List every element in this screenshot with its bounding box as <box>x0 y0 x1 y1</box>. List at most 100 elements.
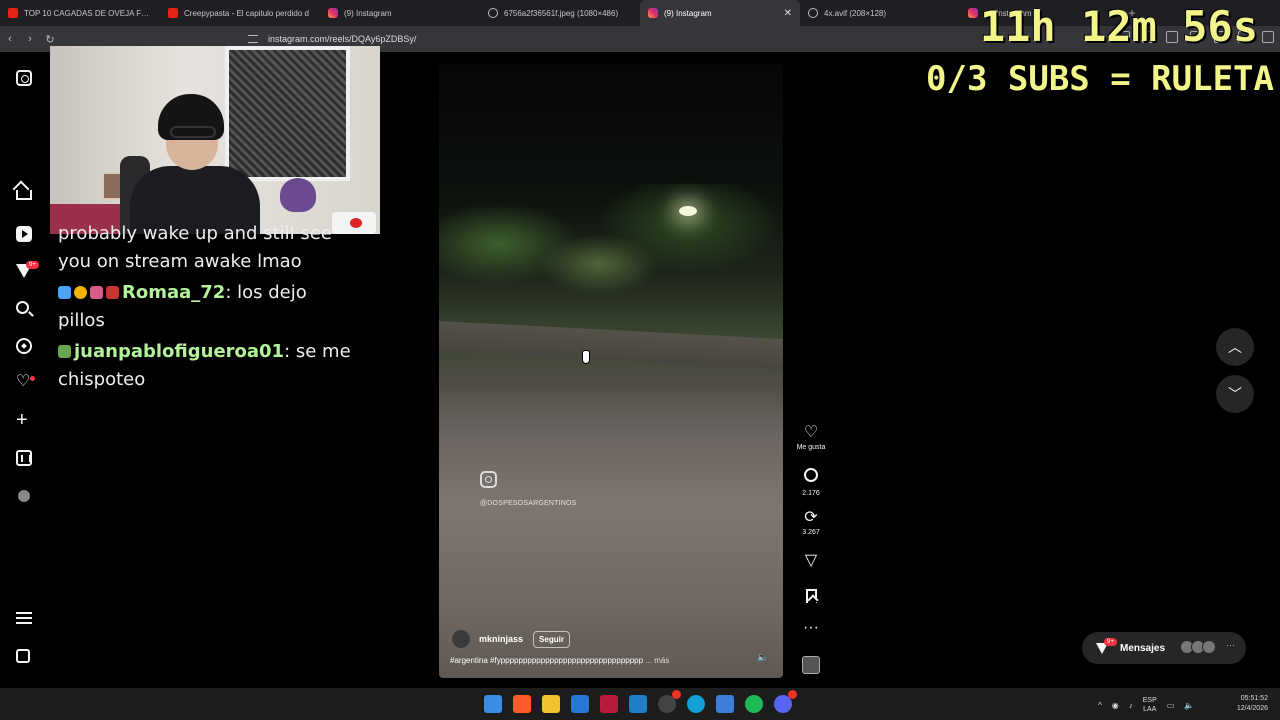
brave-icon[interactable] <box>513 695 531 713</box>
more-link[interactable]: ... más <box>645 656 669 665</box>
tab-2[interactable]: Creepypasta - El capitulo perdido d <box>160 0 320 26</box>
steam-icon[interactable] <box>629 695 647 713</box>
forward-icon[interactable]: › <box>20 33 40 45</box>
lang-bottom: LAA <box>1143 706 1157 713</box>
author-avatar[interactable] <box>451 629 471 649</box>
bing-icon[interactable] <box>571 695 589 713</box>
messages-badge: 9+ <box>26 261 39 269</box>
dashboard-icon[interactable] <box>16 450 32 466</box>
chat-message: probably wake up and still see you on st… <box>58 220 358 276</box>
repost-icon[interactable]: ⟳ <box>792 510 830 526</box>
avatar <box>1202 640 1216 654</box>
instagram-logo-icon[interactable] <box>16 70 32 86</box>
subs-goal: 0/3 SUBS = RULETA <box>926 59 1274 99</box>
tab-3[interactable]: (9) Instagram <box>320 0 480 26</box>
meta-icon[interactable] <box>16 649 30 663</box>
app-icon[interactable] <box>600 695 618 713</box>
audio-action[interactable] <box>792 656 830 679</box>
messages-button[interactable]: 9+ Mensajes ··· <box>1082 632 1246 664</box>
notification-dot <box>30 376 35 381</box>
language-indicator[interactable]: ESP LAA <box>1143 696 1157 714</box>
reel-video[interactable]: @DOSPESOSARGENTINOS mkninjass Seguir #ar… <box>439 64 783 678</box>
more-options[interactable]: ··· <box>792 620 830 636</box>
video-trees <box>439 184 783 294</box>
volume-icon[interactable]: 🔈 <box>1184 701 1194 710</box>
webcam-overlay <box>50 46 380 234</box>
volume-icon[interactable]: 🔈 <box>757 652 768 662</box>
notifications-icon[interactable]: ♡ <box>16 374 30 390</box>
home-icon[interactable] <box>16 190 32 200</box>
obs-icon[interactable] <box>658 690 681 713</box>
chevron-down-icon: ﹀ <box>1228 386 1242 402</box>
chat-message: Romaa_72: los dejo pillos <box>58 279 358 335</box>
tab-1[interactable]: TOP 10 CAGADAS DE OVEJA FREE F <box>0 0 160 26</box>
bookmark-icon[interactable] <box>805 589 817 603</box>
notepad-icon[interactable] <box>716 695 734 713</box>
more-menu-icon[interactable] <box>16 612 32 624</box>
system-tray: ^ ◉ ♪ ESP LAA ▭ 🔈 <box>1098 696 1194 714</box>
screen: TOP 10 CAGADAS DE OVEJA FREE F Creepypas… <box>0 0 1280 720</box>
badge-icon <box>74 286 87 299</box>
tab-6[interactable]: 4x.avif (208×128) <box>800 0 960 26</box>
microphone-icon[interactable]: ♪ <box>1129 701 1133 710</box>
url-field[interactable]: instagram.com/reels/DQAy6pZDBSy/ <box>268 34 416 44</box>
youtube-icon <box>8 8 18 18</box>
reels-icon[interactable] <box>16 226 32 242</box>
discord-icon[interactable] <box>774 690 797 713</box>
tab-5-active[interactable]: (9) Instagram ✕ <box>640 0 800 26</box>
next-reel-button[interactable]: ﹀ <box>1216 375 1254 413</box>
video-watermark: @DOSPESOSARGENTINOS <box>480 500 577 507</box>
site-settings-icon[interactable] <box>248 35 258 43</box>
file-explorer-icon[interactable] <box>542 695 560 713</box>
badge-icon <box>106 286 119 299</box>
caption-text: #argentina #fypppppppppppppppppppppppppp… <box>450 656 644 665</box>
explore-icon[interactable] <box>16 338 32 354</box>
reload-icon[interactable]: ↻ <box>40 33 60 46</box>
author-name[interactable]: mkninjass <box>479 634 523 644</box>
chevron-up-icon: ︿ <box>1228 339 1242 355</box>
tab-label: Creepypasta - El capitulo perdido d <box>184 8 309 18</box>
audio-thumbnail-icon[interactable] <box>802 656 820 674</box>
taskbar-apps <box>484 690 797 713</box>
windows-start-icon[interactable] <box>484 695 502 713</box>
network-icon[interactable]: ◉ <box>1112 701 1119 710</box>
more-dots-icon[interactable]: ··· <box>792 620 830 636</box>
like-action[interactable]: ♡ Me gusta <box>792 425 830 452</box>
repost-action[interactable]: ⟳ 3.267 <box>792 510 830 537</box>
previous-reel-button[interactable]: ︿ <box>1216 328 1254 366</box>
send-icon[interactable]: ▽ <box>792 553 830 569</box>
search-icon[interactable] <box>16 301 29 314</box>
chat-username[interactable]: juanpablofigueroa01 <box>74 341 284 362</box>
badge-icon <box>90 286 103 299</box>
badge-icon <box>58 286 71 299</box>
comment-action[interactable]: 2.176 <box>792 468 830 497</box>
chat-text: probably wake up and still see you on st… <box>58 223 332 272</box>
menu-icon[interactable] <box>1262 31 1274 43</box>
reel-author: mkninjass Seguir <box>451 629 570 649</box>
ccleaner-icon[interactable] <box>687 695 705 713</box>
tab-label: 4x.avif (208×128) <box>824 8 887 18</box>
share-action[interactable]: ▽ <box>792 553 830 569</box>
comment-icon[interactable] <box>804 468 818 482</box>
lang-top: ESP <box>1142 697 1157 704</box>
globe-icon <box>488 8 498 18</box>
display-icon[interactable]: ▭ <box>1167 701 1175 710</box>
spotify-icon[interactable] <box>745 695 763 713</box>
chat-username[interactable]: Romaa_72 <box>122 282 225 303</box>
reel-caption: #argentina #fypppppppppppppppppppppppppp… <box>450 656 735 665</box>
close-tab-icon[interactable]: ✕ <box>784 8 792 19</box>
profile-avatar[interactable] <box>18 490 30 502</box>
taskbar-clock[interactable]: 05:51:52 12/4/2026 <box>1237 694 1268 714</box>
instagram-icon <box>328 8 338 18</box>
clock-date: 12/4/2026 <box>1236 705 1268 712</box>
tray-chevron-icon[interactable]: ^ <box>1098 701 1102 710</box>
stream-chat: probably wake up and still see you on st… <box>58 220 358 397</box>
heart-icon[interactable]: ♡ <box>792 425 830 441</box>
instagram-icon <box>968 8 978 18</box>
tab-4[interactable]: 6756a2f36561f.jpeg (1080×486) <box>480 0 640 26</box>
follow-button[interactable]: Seguir <box>533 630 570 648</box>
create-icon[interactable]: + <box>16 410 28 430</box>
save-action[interactable] <box>792 589 830 608</box>
back-icon[interactable]: ‹ <box>0 33 20 45</box>
webcam-glasses <box>170 126 216 138</box>
